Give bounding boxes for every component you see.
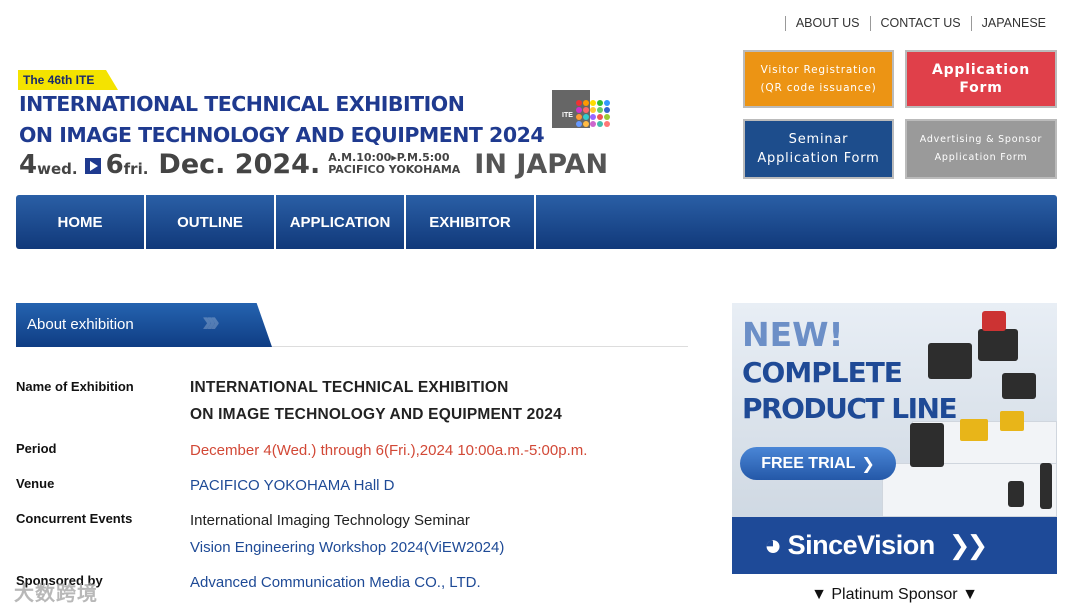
application-line1: Application <box>931 62 1031 78</box>
section-header: About exhibition ››› <box>16 303 688 347</box>
advertising-sponsor-button[interactable]: Advertising & Sponsor Application Form <box>905 119 1057 179</box>
camera-icon <box>978 329 1018 361</box>
ad-headline-1: COMPLETE <box>742 356 903 389</box>
ad-headline-2: PRODUCT LINE <box>742 392 958 425</box>
banner-place: PACIFICO YOKOHAMA <box>328 163 461 176</box>
time-place: A.M.10:00▸P.M.5:00 PACIFICO YOKOHAMA <box>328 152 460 176</box>
visitor-line1: Visitor Registration <box>760 64 877 76</box>
sincevision-ad[interactable]: NEW! COMPLETE PRODUCT LINE FREE TRIAL ❯ … <box>732 303 1057 574</box>
visitor-line2: (QR code issuance) <box>760 82 877 94</box>
ad-brand: SinceVision <box>787 530 936 560</box>
nav-outline[interactable]: OUTLINE <box>146 195 276 249</box>
advertising-line1: Advertising & Sponsor <box>919 134 1043 145</box>
play-arrow-icon <box>84 158 101 174</box>
japanese-link[interactable]: JAPANESE <box>970 16 1056 31</box>
main-nav: HOME OUTLINE APPLICATION EXHIBITOR <box>16 195 1057 249</box>
nav-application[interactable]: APPLICATION <box>276 195 406 249</box>
venue-link[interactable]: PACIFICO YOKOHAMA Hall D <box>190 472 395 499</box>
camera-icon <box>982 311 1006 331</box>
sponsor-link[interactable]: Advanced Communication Media CO., LTD. <box>190 569 481 596</box>
name-value-line1: INTERNATIONAL TECHNICAL EXHIBITION <box>190 379 509 396</box>
start-day: 4 <box>19 150 38 180</box>
application-form-button[interactable]: Application Form <box>905 50 1057 108</box>
seminar-application-button[interactable]: Seminar Application Form <box>743 119 894 179</box>
free-trial-button[interactable]: FREE TRIAL ❯ <box>740 447 896 480</box>
edition-badge: The 46th ITE <box>18 70 118 90</box>
end-weekday: fri. <box>123 160 149 178</box>
venue-label: Venue <box>16 476 55 491</box>
chevron-right-icon: ››› <box>202 305 220 338</box>
month-year: Dec. 2024. <box>158 149 321 180</box>
section-tab: About exhibition ››› <box>16 303 272 347</box>
sensor-icon <box>1008 481 1024 507</box>
application-line2: Form <box>959 80 1003 96</box>
visitor-registration-button[interactable]: Visitor Registration (QR code issuance) <box>743 50 894 108</box>
ad-brand-bar: ◕ SinceVision ❯❯ <box>732 517 1057 574</box>
contact-us-link[interactable]: CONTACT US <box>869 16 971 31</box>
double-chevron-icon: ❯❯ <box>948 530 989 560</box>
sincevision-logo-icon: ◕ <box>764 528 782 562</box>
banner-country: IN JAPAN <box>474 149 609 180</box>
exhibition-banner[interactable]: The 46th ITE INTERNATIONAL TECHNICAL EXH… <box>18 70 618 190</box>
seminar-line1: Seminar <box>788 132 849 147</box>
section-title: About exhibition <box>27 316 134 333</box>
name-value-line2: ON IMAGE TECHNOLOGY AND EQUIPMENT 2024 <box>190 406 562 423</box>
banner-title-line1: INTERNATIONAL TECHNICAL EXHIBITION <box>19 92 465 116</box>
top-links: ABOUT US CONTACT US JAPANESE <box>784 16 1056 31</box>
arrow-circle-icon: ❯ <box>861 455 875 473</box>
banner-dateline: 4 wed. 6 fri. Dec. 2024. A.M.10:00▸P.M.5… <box>19 149 609 180</box>
concurrent-events-label: Concurrent Events <box>16 511 133 526</box>
camera-icon <box>1002 373 1036 399</box>
name-label: Name of Exhibition <box>16 379 134 394</box>
seminar-line2: Application Form <box>757 151 880 166</box>
nav-home[interactable]: HOME <box>16 195 146 249</box>
period-value: December 4(Wed.) through 6(Fri.),2024 10… <box>190 442 588 459</box>
sensor-icon <box>960 419 988 441</box>
free-trial-label: FREE TRIAL <box>761 454 856 472</box>
camera-icon <box>928 343 972 379</box>
sensor-icon <box>910 423 944 467</box>
ite-logo-icon: ITE <box>552 90 610 146</box>
nav-exhibitor[interactable]: EXHIBITOR <box>406 195 536 249</box>
platinum-sponsor-caption: ▼ Platinum Sponsor ▼ <box>811 586 978 603</box>
ad-new: NEW! <box>742 315 844 354</box>
view-workshop-link[interactable]: Vision Engineering Workshop 2024(ViEW202… <box>190 534 504 561</box>
seminar-event: International Imaging Technology Seminar <box>190 512 470 529</box>
advertising-line2: Application Form <box>934 152 1028 163</box>
sensor-icon <box>1000 411 1024 431</box>
end-day: 6 <box>105 150 124 180</box>
banner-title-line2: ON IMAGE TECHNOLOGY AND EQUIPMENT 2024 <box>19 123 545 147</box>
logo-text: ITE <box>562 112 573 119</box>
about-us-link[interactable]: ABOUT US <box>784 16 870 31</box>
sensor-icon <box>1040 463 1052 509</box>
period-label: Period <box>16 441 57 456</box>
watermark: 大数跨境 <box>14 583 98 605</box>
logo-dots <box>576 100 610 127</box>
start-weekday: wed. <box>37 160 78 178</box>
display-step-lower <box>882 463 1057 517</box>
